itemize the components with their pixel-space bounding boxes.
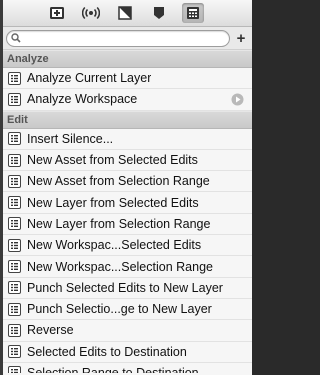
broadcast-button[interactable] (80, 3, 102, 23)
script-icon (8, 196, 21, 210)
item-label: Analyze Workspace (27, 92, 138, 107)
item-label: Selected Edits to Destination (27, 344, 187, 359)
item-label: Insert Silence... (27, 131, 114, 146)
run-arrow-icon[interactable] (231, 93, 244, 106)
list-item[interactable]: New Asset from Selection Range (3, 171, 252, 193)
action-panel: + Analyze Analyze Current Layer Analyze … (0, 0, 252, 375)
add-button[interactable]: + (234, 31, 248, 46)
item-label: Analyze Current Layer (27, 71, 152, 86)
search-row: + (3, 27, 252, 50)
list-item[interactable]: Selected Edits to Destination (3, 342, 252, 363)
script-icon (8, 302, 21, 316)
script-icon (8, 365, 21, 373)
search-field[interactable] (6, 29, 230, 47)
script-icon (8, 132, 21, 146)
document-triangle-button[interactable] (114, 3, 136, 23)
script-icon (8, 281, 21, 295)
item-label: Punch Selectio...ge to New Layer (27, 302, 212, 317)
item-label: New Asset from Selection Range (27, 174, 210, 189)
list-item[interactable]: Analyze Current Layer (3, 68, 252, 90)
search-icon (11, 33, 21, 43)
item-label: New Layer from Selected Edits (27, 195, 199, 210)
script-icon (8, 92, 21, 106)
script-icon (8, 345, 21, 359)
script-icon (8, 153, 21, 167)
tag-icon (153, 7, 164, 19)
section-header-analyze: Analyze (3, 50, 252, 68)
script-icon (8, 323, 21, 337)
item-label: New Layer from Selection Range (27, 216, 211, 231)
calculator-button[interactable] (181, 3, 204, 23)
item-label: Selection Range to Destination (27, 365, 199, 373)
list-item[interactable]: New Workspac...Selection Range (3, 256, 252, 278)
section-header-edit: Edit (3, 110, 252, 129)
item-label: Reverse (27, 323, 74, 338)
monitor-plus-icon (49, 7, 64, 19)
list-item[interactable]: New Layer from Selection Range (3, 214, 252, 236)
script-icon (8, 174, 21, 188)
list-item[interactable]: New Layer from Selected Edits (3, 192, 252, 214)
list-item[interactable]: Insert Silence... (3, 129, 252, 150)
item-label: New Workspac...Selection Range (27, 259, 213, 274)
list-item[interactable]: Analyze Workspace (3, 89, 252, 111)
script-icon (8, 71, 21, 85)
document-triangle-icon (117, 6, 132, 20)
list-item[interactable]: Reverse (3, 320, 252, 342)
item-label: New Workspac...Selected Edits (27, 238, 202, 253)
tag-button[interactable] (148, 3, 170, 23)
script-icon (8, 238, 21, 252)
list-item[interactable]: Punch Selected Edits to New Layer (3, 278, 252, 299)
list-item[interactable]: Punch Selectio...ge to New Layer (3, 299, 252, 321)
script-icon (8, 260, 21, 274)
broadcast-icon (81, 6, 100, 20)
monitor-plus-button[interactable] (46, 3, 68, 23)
calculator-grid-icon (186, 7, 199, 19)
list-item[interactable]: Selection Range to Destination (3, 363, 252, 373)
script-icon (8, 217, 21, 231)
item-label: Punch Selected Edits to New Layer (27, 280, 223, 295)
toolbar (3, 0, 252, 27)
list-item[interactable]: New Asset from Selected Edits (3, 150, 252, 172)
list-item[interactable]: New Workspac...Selected Edits (3, 235, 252, 257)
search-input[interactable] (21, 31, 229, 45)
item-label: New Asset from Selected Edits (27, 153, 198, 168)
